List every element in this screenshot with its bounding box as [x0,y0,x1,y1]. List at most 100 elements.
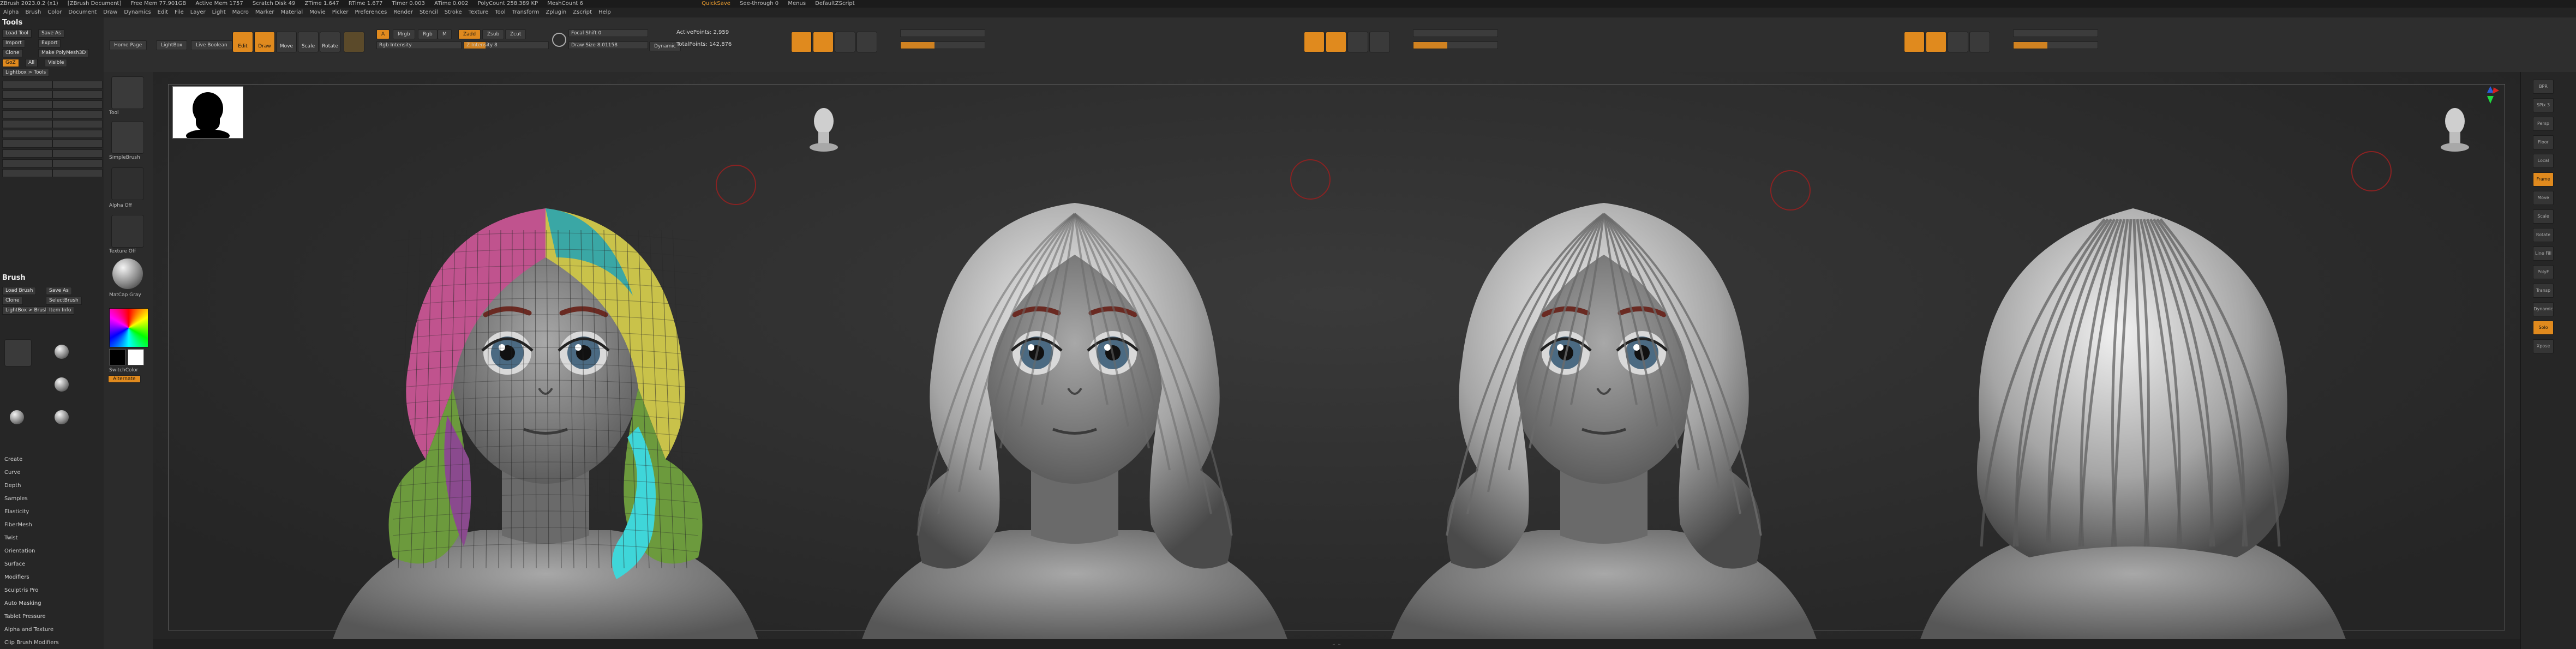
right-shelf-scale[interactable]: Scale [2533,209,2554,224]
zadd-button[interactable]: Zadd [458,29,481,39]
tool-slot[interactable] [52,130,103,138]
live-boolean-button[interactable]: Live Boolean [191,40,232,50]
rgb-button[interactable]: Rgb [418,29,438,39]
orientation-head-icon-right[interactable] [2439,99,2471,155]
tool-slot[interactable] [2,81,52,89]
menu-zplugin[interactable]: Zplugin [542,8,570,17]
menu-alpha[interactable]: Alpha [0,8,22,17]
a-button[interactable]: A [376,29,390,39]
shelf-tool-button[interactable] [856,32,877,52]
shelf-tool-button[interactable] [1948,32,1968,52]
brush-thumbnail[interactable] [4,339,32,366]
shelf-slider[interactable] [2013,29,2098,37]
right-shelf-dynamic[interactable]: Dynamic [2533,302,2554,316]
brush-item[interactable]: Item Info [46,307,75,315]
shelf-tool-button[interactable] [1304,32,1325,52]
menu-material[interactable]: Material [277,8,306,17]
navigator-thumbnail[interactable] [172,86,243,142]
subpalette-alpha-and-texture[interactable]: Alpha and Texture [4,627,53,633]
texture-thumbnail[interactable] [111,215,144,248]
main-color-swatch[interactable] [109,349,125,365]
menu-macro[interactable]: Macro [229,8,252,17]
subpalette-create[interactable]: Create [4,456,22,462]
subpalette-auto-masking[interactable]: Auto Masking [4,600,41,606]
current-tool-thumbnail[interactable] [111,76,144,109]
axis-gizmo-icon[interactable] [2479,84,2501,107]
scale-button[interactable]: Scale [298,32,319,52]
lightbox-tools-button[interactable]: Lightbox > Tools [2,69,50,77]
brush-thumbnail-2[interactable] [111,121,144,154]
see-through-slider[interactable]: See-through 0 [740,1,778,7]
menu-brush[interactable]: Brush [22,8,44,17]
menu-help[interactable]: Help [595,8,614,17]
menu-stroke[interactable]: Stroke [441,8,465,17]
make-polymesh-button[interactable]: Make PolyMesh3D [38,49,89,57]
tool-slot[interactable] [2,140,52,148]
save-as-tool-button[interactable]: Save As [38,29,64,38]
subpalette-curve[interactable]: Curve [4,470,21,476]
tool-slot[interactable] [52,169,103,177]
export-button[interactable]: Export [38,39,61,47]
menu-marker[interactable]: Marker [252,8,278,17]
shelf-tool-button[interactable] [1347,32,1368,52]
edit-button[interactable]: Edit [232,32,253,52]
brush-sphere-4[interactable] [55,410,69,424]
switch-color-label[interactable]: SwitchColor [109,368,138,373]
subpalette-modifiers[interactable]: Modifiers [4,574,29,580]
draw-size-slider[interactable]: Draw Size 8.01158 [568,41,648,49]
shelf-tool-button[interactable] [791,32,812,52]
material-sphere[interactable] [112,259,143,289]
menu-file[interactable]: File [171,8,187,17]
head-view-back[interactable] [1888,132,2379,639]
brush-sphere-2[interactable] [55,377,69,392]
subpalette-twist[interactable]: Twist [4,535,18,541]
load-tool-button[interactable]: Load Tool [2,29,32,38]
tool-slot[interactable] [2,130,52,138]
shelf-tool-button[interactable] [1369,32,1390,52]
brush-item[interactable]: SelectBrush [46,297,82,305]
right-shelf-xpose[interactable]: Xpose [2533,339,2554,353]
zsub-button[interactable]: Zsub [482,29,505,39]
focal-gauge-icon[interactable] [552,33,566,47]
shelf-tool-button[interactable] [1926,32,1946,52]
menu-texture[interactable]: Texture [465,8,492,17]
subpalette-clip-brush-modifiers[interactable]: Clip Brush Modifiers [4,640,59,646]
right-shelf-spix-3[interactable]: SPix 3 [2533,98,2554,112]
subpalette-depth[interactable]: Depth [4,483,21,489]
right-shelf-solo[interactable]: Solo [2533,321,2554,335]
menu-color[interactable]: Color [44,8,65,17]
brush-item[interactable]: Load Brush [2,287,37,295]
right-shelf-floor[interactable]: Floor [2533,135,2554,149]
menu-document[interactable]: Document [65,8,100,17]
shelf-tool-button[interactable] [813,32,834,52]
subpalette-elasticity[interactable]: Elasticity [4,509,29,515]
tool-slot[interactable] [52,91,103,99]
shelf-slider[interactable] [900,41,985,49]
move-button[interactable]: Move [276,32,297,52]
all-button[interactable]: All [25,59,38,67]
tool-slot[interactable] [2,91,52,99]
home-page-button[interactable]: Home Page [109,40,147,50]
brush-item[interactable]: Save As [46,287,72,295]
tool-slot[interactable] [2,120,52,128]
goz-button[interactable]: GoZ [2,59,19,67]
right-shelf-rotate[interactable]: Rotate [2533,228,2554,242]
import-button[interactable]: Import [2,39,25,47]
subpalette-sculptris-pro[interactable]: Sculptris Pro [4,587,38,593]
right-shelf-move[interactable]: Move [2533,191,2554,205]
default-script[interactable]: DefaultZScript [815,1,854,7]
menu-zscript[interactable]: Zscript [570,8,595,17]
menu-transform[interactable]: Transform [509,8,543,17]
right-shelf-frame[interactable]: Frame [2533,172,2554,187]
subpalette-tablet-pressure[interactable]: Tablet Pressure [4,614,46,620]
menu-edit[interactable]: Edit [154,8,171,17]
focal-shift-slider[interactable]: Focal Shift 0 [568,29,648,37]
brush-item[interactable]: Clone [2,297,23,305]
menus-toggle[interactable]: Menus [788,1,806,7]
right-shelf-local[interactable]: Local [2533,154,2554,168]
mrgb-button[interactable]: Mrgb [393,29,415,39]
shelf-slider[interactable] [2013,41,2098,49]
right-shelf-bpr[interactable]: BPR [2533,80,2554,94]
alternate-button[interactable]: Alternate [108,375,141,383]
right-shelf-persp[interactable]: Persp [2533,117,2554,131]
